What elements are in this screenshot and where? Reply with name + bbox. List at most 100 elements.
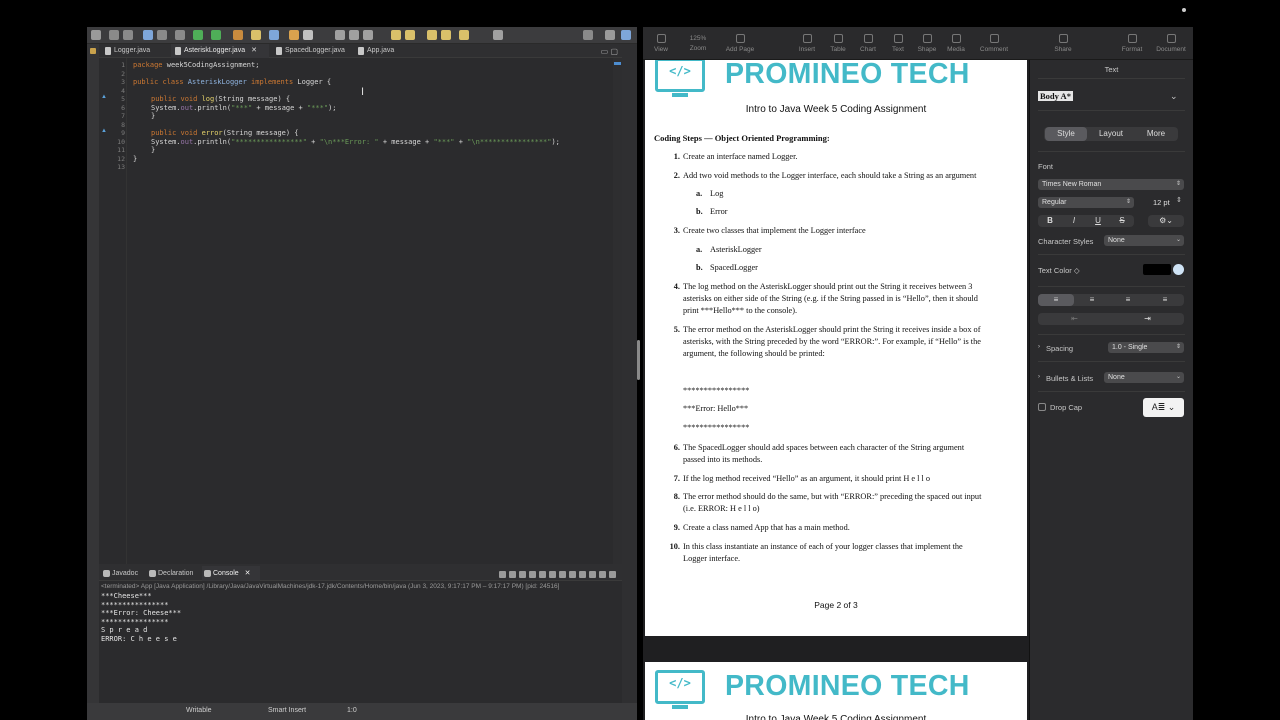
override-marker-icon[interactable]: ▲ bbox=[101, 94, 107, 100]
bullets-lists-select[interactable]: None ⌄ bbox=[1104, 372, 1184, 383]
restore-icon[interactable] bbox=[90, 48, 96, 54]
tab-asterisklogger-java[interactable]: AsteriskLogger.java ✕ bbox=[171, 44, 269, 58]
align-left-icon[interactable]: ≡ bbox=[1038, 294, 1074, 306]
stepper-icon[interactable]: ⇕ bbox=[1176, 196, 1182, 204]
shape-button[interactable]: Shape bbox=[915, 27, 939, 60]
display-console-icon[interactable] bbox=[579, 571, 586, 578]
document-button[interactable]: Document bbox=[1153, 27, 1189, 60]
tab-layout[interactable]: Layout bbox=[1090, 127, 1132, 141]
maximize-icon[interactable] bbox=[609, 571, 616, 578]
show-whitespace-icon[interactable] bbox=[363, 30, 373, 40]
comment-button[interactable]: Comment bbox=[977, 27, 1011, 60]
view-button[interactable]: View bbox=[649, 27, 673, 60]
tab-spacedlogger-java[interactable]: SpacedLogger.java bbox=[272, 44, 352, 58]
new-package-icon[interactable] bbox=[269, 30, 279, 40]
close-icon[interactable]: ✕ bbox=[245, 570, 251, 577]
toggle-block-icon[interactable] bbox=[349, 30, 359, 40]
bullets-lists-label[interactable]: Bullets & Lists bbox=[1046, 374, 1093, 383]
new-java-project-icon[interactable] bbox=[251, 30, 261, 40]
text-button[interactable]: Text bbox=[886, 27, 910, 60]
remove-launch-icon[interactable] bbox=[509, 571, 516, 578]
drop-cap-style-picker[interactable]: A≣ ⌄ bbox=[1143, 398, 1184, 417]
underline-button[interactable]: U bbox=[1086, 215, 1110, 227]
tab-more[interactable]: More bbox=[1135, 127, 1177, 141]
disclosure-chevron-icon[interactable]: › bbox=[1038, 374, 1040, 380]
disclosure-chevron-icon[interactable]: › bbox=[1038, 344, 1040, 350]
terminate-icon[interactable] bbox=[499, 571, 506, 578]
clear-console-icon[interactable] bbox=[519, 571, 526, 578]
debug-icon[interactable] bbox=[175, 30, 185, 40]
new-file-icon[interactable] bbox=[91, 30, 101, 40]
chevron-down-icon[interactable]: ⌄ bbox=[1170, 91, 1178, 102]
tab-declaration[interactable]: Declaration bbox=[147, 566, 201, 581]
overview-ruler[interactable] bbox=[613, 58, 622, 564]
document-page[interactable]: </> PROMINEO TECH Intro to Java Week 5 C… bbox=[645, 60, 1027, 636]
zoom-button[interactable]: 125% Zoom bbox=[681, 27, 715, 60]
font-weight-select[interactable]: Regular ⇕ bbox=[1038, 197, 1134, 208]
tab-console[interactable]: Console ✕ bbox=[202, 566, 260, 581]
document-page[interactable]: </> PROMINEO TECH Intro to Java Week 5 C… bbox=[645, 662, 1027, 720]
media-button[interactable]: Media bbox=[944, 27, 968, 60]
word-wrap-icon[interactable] bbox=[539, 571, 546, 578]
back-icon[interactable] bbox=[441, 30, 451, 40]
tab-app-java[interactable]: App.java bbox=[354, 44, 408, 58]
justify-icon[interactable]: ≡ bbox=[1146, 294, 1184, 306]
text-color-swatch[interactable] bbox=[1143, 264, 1171, 275]
strikethrough-button[interactable]: S bbox=[1110, 215, 1134, 227]
tab-style[interactable]: Style bbox=[1045, 127, 1087, 141]
share-button[interactable]: Share bbox=[1051, 27, 1075, 60]
pin-console-icon[interactable] bbox=[569, 571, 576, 578]
paragraph-style-name[interactable]: Body A* bbox=[1038, 91, 1073, 101]
open-type-icon[interactable] bbox=[289, 30, 299, 40]
open-perspective-icon[interactable] bbox=[605, 30, 615, 40]
bold-button[interactable]: B bbox=[1038, 215, 1062, 227]
override-marker-icon[interactable]: ▲ bbox=[101, 128, 107, 134]
add-page-button[interactable]: Add Page bbox=[723, 27, 757, 60]
run-coverage-icon[interactable] bbox=[211, 30, 221, 40]
skip-breakpoints-icon[interactable] bbox=[157, 30, 167, 40]
color-wheel-icon[interactable] bbox=[1173, 264, 1184, 275]
increase-indent-icon[interactable]: ⇥ bbox=[1111, 313, 1184, 325]
run-icon[interactable] bbox=[193, 30, 203, 40]
window-split-handle[interactable] bbox=[637, 340, 640, 380]
align-center-icon[interactable]: ≡ bbox=[1074, 294, 1110, 306]
ruler-marker[interactable] bbox=[614, 62, 621, 65]
scroll-lock-icon[interactable] bbox=[529, 571, 536, 578]
search-tool-icon[interactable] bbox=[303, 30, 313, 40]
decrease-indent-icon[interactable]: ⇤ bbox=[1038, 313, 1111, 325]
font-size-field[interactable]: 12 pt bbox=[1153, 198, 1170, 207]
forward-icon[interactable] bbox=[459, 30, 469, 40]
open-console-icon[interactable] bbox=[589, 571, 596, 578]
pin-editor-icon[interactable] bbox=[493, 30, 503, 40]
drop-cap-checkbox[interactable] bbox=[1038, 403, 1046, 411]
toggle-mark-icon[interactable] bbox=[335, 30, 345, 40]
chart-button[interactable]: Chart bbox=[856, 27, 880, 60]
document-canvas[interactable]: </> PROMINEO TECH Intro to Java Week 5 C… bbox=[643, 60, 1029, 720]
advanced-options-button[interactable]: ⚙⌄ bbox=[1148, 215, 1184, 227]
external-tools-icon[interactable] bbox=[233, 30, 243, 40]
code-editor[interactable]: Logger.java AsteriskLogger.java ✕ SpacedL… bbox=[99, 44, 622, 564]
minimize-icon[interactable] bbox=[599, 571, 606, 578]
java-perspective-icon[interactable] bbox=[621, 30, 631, 40]
table-button[interactable]: Table bbox=[826, 27, 850, 60]
tab-javadoc[interactable]: Javadoc bbox=[101, 566, 143, 581]
format-button[interactable]: Format bbox=[1118, 27, 1146, 60]
minimize-maximize-icon[interactable]: ▭ ▢ bbox=[601, 47, 618, 56]
spacing-label[interactable]: Spacing bbox=[1046, 344, 1073, 353]
last-edit-icon[interactable] bbox=[427, 30, 437, 40]
search-icon[interactable] bbox=[583, 30, 593, 40]
close-icon[interactable]: ✕ bbox=[251, 47, 257, 54]
terminal-icon[interactable] bbox=[143, 30, 153, 40]
font-family-select[interactable]: Times New Roman ⇕ bbox=[1038, 179, 1184, 190]
character-styles-select[interactable]: None ⌄ bbox=[1104, 235, 1184, 246]
italic-button[interactable]: I bbox=[1062, 215, 1086, 227]
show-on-error-icon[interactable] bbox=[559, 571, 566, 578]
save-icon[interactable] bbox=[109, 30, 119, 40]
next-annotation-icon[interactable] bbox=[391, 30, 401, 40]
previous-annotation-icon[interactable] bbox=[405, 30, 415, 40]
insert-button[interactable]: Insert bbox=[795, 27, 819, 60]
align-right-icon[interactable]: ≡ bbox=[1110, 294, 1146, 306]
show-on-output-icon[interactable] bbox=[549, 571, 556, 578]
tab-logger-java[interactable]: Logger.java bbox=[101, 44, 169, 58]
spacing-select[interactable]: 1.0 - Single ⇕ bbox=[1108, 342, 1184, 353]
